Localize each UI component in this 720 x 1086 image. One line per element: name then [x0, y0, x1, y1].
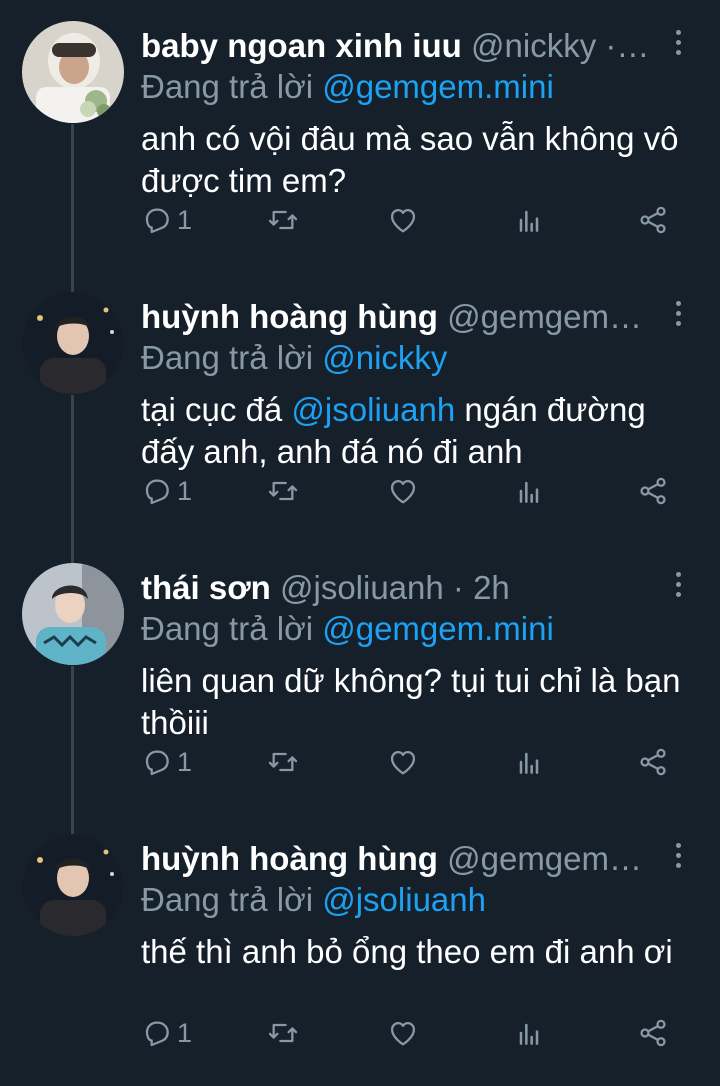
retweet-button[interactable]	[267, 742, 299, 782]
tweet-actions: 1	[141, 471, 681, 511]
more-vertical-icon[interactable]	[676, 301, 682, 329]
reply-count: 1	[177, 476, 193, 506]
tweet[interactable]: huỳnh hoàng hùng @gemgem… Đang trả lời @…	[0, 271, 720, 542]
tweet-text: liên quan dữ không? tụi tui chỉ là bạn t…	[141, 660, 701, 744]
handle-timestamp: @gemgem…	[447, 298, 642, 335]
display-name[interactable]: huỳnh hoàng hùng	[141, 840, 438, 877]
retweet-icon	[268, 1023, 298, 1043]
analytics-icon	[519, 210, 539, 232]
heart-icon	[390, 209, 416, 233]
reply-thread: baby ngoan xinh iuu @nickky ·… Đang trả …	[0, 0, 720, 1086]
retweet-icon	[268, 210, 298, 230]
like-button[interactable]	[387, 200, 419, 240]
replying-to: Đang trả lời @gemgem.mini	[141, 609, 554, 649]
avatar-image	[22, 563, 124, 665]
inline-mention[interactable]: @jsoliuanh	[291, 391, 455, 428]
replying-to-mention[interactable]: @gemgem.mini	[322, 68, 554, 105]
avatar-image	[22, 834, 124, 936]
tweet-header: baby ngoan xinh iuu @nickky ·…	[141, 26, 701, 66]
share-icon	[640, 748, 666, 776]
heart-icon	[390, 480, 416, 504]
tweet-header: huỳnh hoàng hùng @gemgem…	[141, 297, 701, 337]
tweet-actions: 1	[141, 1013, 681, 1053]
analytics-icon	[519, 1023, 539, 1045]
replying-to-mention[interactable]: @nickky	[322, 339, 447, 376]
avatar-image	[22, 21, 124, 123]
analytics-button[interactable]	[513, 742, 545, 782]
analytics-icon	[519, 481, 539, 503]
analytics-icon	[519, 752, 539, 774]
replying-to-mention[interactable]: @jsoliuanh	[322, 881, 486, 918]
replying-to-label: Đang trả lời	[141, 881, 323, 918]
tweet-actions: 1	[141, 200, 681, 240]
replying-to: Đang trả lời @jsoliuanh	[141, 880, 486, 920]
analytics-button[interactable]	[513, 1013, 545, 1053]
reply-icon	[145, 208, 169, 234]
heart-icon	[390, 751, 416, 775]
share-button[interactable]	[637, 471, 669, 511]
replying-to-label: Đang trả lời	[141, 610, 323, 647]
tweet-text-part: anh có vội đâu mà sao vẫn không vô được …	[141, 120, 679, 199]
reply-count: 1	[177, 1018, 193, 1048]
reply-count: 1	[177, 205, 193, 235]
share-icon	[640, 1019, 666, 1047]
reply-count: 1	[177, 747, 193, 777]
tweet-text: anh có vội đâu mà sao vẫn không vô được …	[141, 118, 701, 202]
tweet[interactable]: huỳnh hoàng hùng @gemgem… Đang trả lời @…	[0, 813, 720, 1084]
retweet-button[interactable]	[267, 200, 299, 240]
heart-icon	[390, 1022, 416, 1046]
avatar[interactable]	[22, 292, 124, 394]
like-button[interactable]	[387, 471, 419, 511]
like-button[interactable]	[387, 742, 419, 782]
handle-timestamp: @jsoliuanh · 2h	[279, 569, 510, 606]
tweet-actions: 1	[141, 742, 681, 782]
retweet-button[interactable]	[267, 1013, 299, 1053]
reply-button[interactable]: 1	[141, 1013, 192, 1053]
display-name[interactable]: thái sơn	[141, 569, 271, 606]
tweet-text: tại cục đá @jsoliuanh ngán đường đấy anh…	[141, 389, 701, 473]
share-button[interactable]	[637, 742, 669, 782]
analytics-button[interactable]	[513, 200, 545, 240]
share-button[interactable]	[637, 200, 669, 240]
share-button[interactable]	[637, 1013, 669, 1053]
reply-icon	[145, 1021, 169, 1047]
retweet-button[interactable]	[267, 471, 299, 511]
replying-to-label: Đang trả lời	[141, 339, 323, 376]
reply-icon	[145, 479, 169, 505]
tweet-text-part: liên quan dữ không? tụi tui chỉ là bạn t…	[141, 662, 681, 741]
retweet-icon	[268, 481, 298, 501]
avatar-image	[22, 292, 124, 394]
retweet-icon	[268, 752, 298, 772]
like-button[interactable]	[387, 1013, 419, 1053]
replying-to: Đang trả lời @gemgem.mini	[141, 67, 554, 107]
display-name[interactable]: huỳnh hoàng hùng	[141, 298, 438, 335]
tweet[interactable]: thái sơn @jsoliuanh · 2h Đang trả lời @g…	[0, 542, 720, 813]
replying-to-mention[interactable]: @gemgem.mini	[322, 610, 554, 647]
tweet-text: thế thì anh bỏ ổng theo em đi anh ơi	[141, 931, 701, 973]
reply-button[interactable]: 1	[141, 742, 192, 782]
reply-button[interactable]: 1	[141, 471, 192, 511]
tweet-header: huỳnh hoàng hùng @gemgem…	[141, 839, 701, 879]
tweet-text-part: tại cục đá	[141, 391, 292, 428]
share-icon	[640, 206, 666, 234]
tweet[interactable]: baby ngoan xinh iuu @nickky ·… Đang trả …	[0, 0, 720, 271]
more-vertical-icon[interactable]	[676, 572, 682, 600]
avatar[interactable]	[22, 834, 124, 936]
avatar[interactable]	[22, 563, 124, 665]
replying-to: Đang trả lời @nickky	[141, 338, 447, 378]
handle-timestamp: @gemgem…	[447, 840, 642, 877]
display-name[interactable]: baby ngoan xinh iuu	[141, 27, 462, 64]
more-vertical-icon[interactable]	[676, 843, 682, 871]
avatar[interactable]	[22, 21, 124, 123]
analytics-button[interactable]	[513, 471, 545, 511]
more-vertical-icon[interactable]	[676, 30, 682, 58]
tweet-header: thái sơn @jsoliuanh · 2h	[141, 568, 701, 608]
share-icon	[640, 477, 666, 505]
reply-button[interactable]: 1	[141, 200, 192, 240]
replying-to-label: Đang trả lời	[141, 68, 323, 105]
handle-timestamp: @nickky ·…	[471, 27, 650, 64]
tweet-text-part: thế thì anh bỏ ổng theo em đi anh ơi	[141, 933, 673, 970]
reply-icon	[145, 750, 169, 776]
